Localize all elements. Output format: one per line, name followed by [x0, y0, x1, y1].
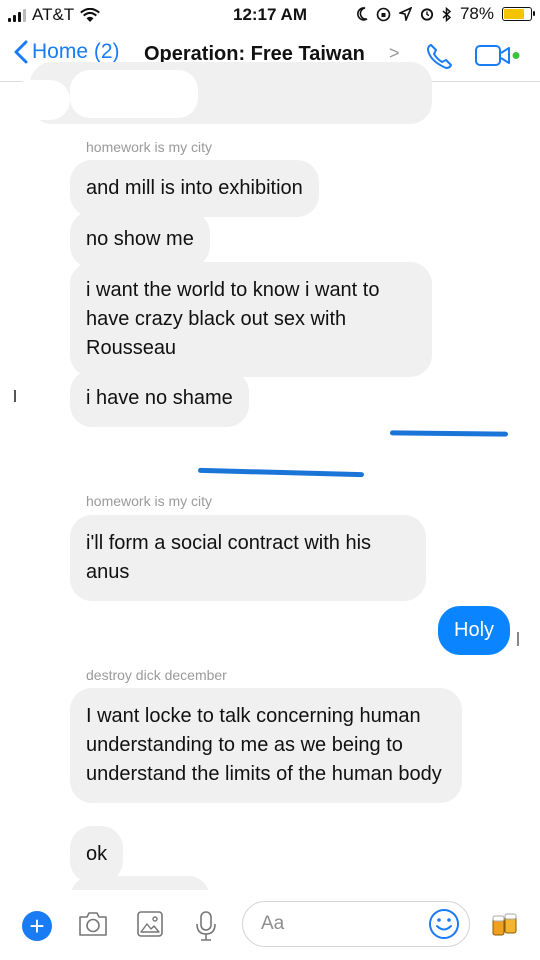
orientation-lock-icon — [376, 7, 391, 21]
read-receipt-mark — [517, 632, 519, 646]
plus-button[interactable]: + — [22, 911, 52, 941]
message-input-placeholder: Aa — [261, 913, 285, 934]
phone-call-button[interactable] — [424, 42, 454, 72]
beer-emoji-button[interactable] — [490, 911, 520, 939]
title-chevron-icon[interactable]: > — [389, 43, 400, 64]
message-bubble[interactable]: ok — [70, 826, 124, 883]
status-right: 78% — [356, 4, 535, 24]
chevron-left-icon — [14, 40, 28, 64]
message-bubble[interactable]: i want the world to know i want to have … — [70, 262, 432, 377]
bluetooth-icon — [442, 6, 452, 22]
back-label: Home (2) — [32, 40, 120, 63]
video-call-button[interactable] — [474, 43, 522, 69]
scribble-mark — [389, 430, 509, 437]
message-bubble[interactable]: i have no shame — [70, 370, 249, 427]
alarm-icon — [420, 8, 434, 21]
moon-icon — [357, 7, 368, 21]
battery-icon — [502, 7, 535, 21]
emoji-button[interactable] — [427, 907, 461, 941]
back-button[interactable]: Home (2) — [14, 40, 120, 64]
message-bubble[interactable]: i'll form a social contract with his anu… — [70, 515, 426, 601]
message-bubble[interactable]: I want locke to talk concerning human un… — [70, 688, 462, 803]
message-bubble-outgoing[interactable]: Holy — [438, 606, 511, 655]
scribble-mark — [14, 390, 16, 402]
composer-bar: + Aa — [0, 890, 540, 960]
message-input[interactable]: Aa — [242, 901, 470, 947]
location-icon — [398, 7, 412, 21]
sender-name: destroy dick december — [86, 667, 227, 683]
redaction-mark — [70, 70, 198, 118]
camera-button[interactable] — [77, 910, 109, 938]
photo-button[interactable] — [136, 910, 164, 938]
sender-name: homework is my city — [86, 493, 213, 509]
battery-percent: 78% — [459, 4, 494, 23]
redaction-mark — [10, 80, 70, 120]
scribble-mark — [197, 467, 365, 478]
microphone-button[interactable] — [195, 910, 217, 942]
sender-name: homework is my city — [86, 139, 213, 155]
status-bar: AT&T 12:17 AM 78% — [0, 0, 540, 30]
message-bubble[interactable]: and mill is into exhibition — [70, 160, 319, 217]
message-bubble[interactable]: no show me — [70, 211, 210, 268]
battery-fill — [504, 9, 525, 19]
